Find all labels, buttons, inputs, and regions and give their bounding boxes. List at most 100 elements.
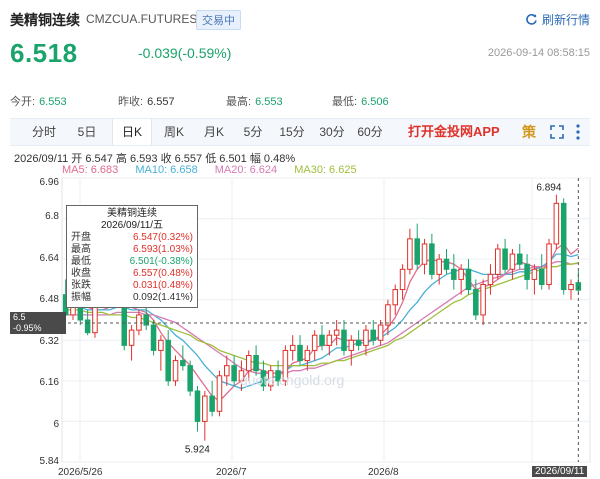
candle: [414, 223, 420, 270]
candle-body: [319, 334, 325, 346]
cursor-percent: -0.95%: [13, 323, 42, 333]
candle-body: [465, 268, 472, 291]
candle-body: [143, 314, 149, 326]
candle: [231, 355, 237, 386]
candle-body: [480, 284, 486, 316]
candle-body: [165, 339, 171, 382]
candle-body: [502, 248, 508, 270]
candle-body: [289, 344, 296, 351]
candle-body: [202, 395, 208, 422]
candle: [502, 238, 508, 275]
candle-body: [180, 360, 186, 367]
x-tick-label: 2026/5/26: [58, 467, 103, 478]
tooltip-value: 6.593(1.03%): [132, 244, 193, 255]
candle: [399, 264, 406, 300]
candle: [429, 233, 435, 280]
candle: [392, 284, 399, 315]
tooltip-label: 开盘: [71, 232, 91, 243]
candle-body: [370, 329, 377, 341]
candle-body: [128, 329, 135, 346]
candle-body: [385, 304, 391, 326]
x-cursor-date: 2026/09/11: [532, 466, 588, 477]
candle-body: [546, 243, 552, 286]
candle-body: [524, 263, 530, 280]
candle-body: [487, 273, 494, 286]
watermark: quote.cngold.org: [240, 372, 345, 388]
candle: [465, 259, 472, 295]
candle-body: [245, 355, 252, 372]
candle: [216, 370, 223, 417]
candle: [370, 320, 377, 346]
candle: [516, 243, 523, 270]
candle-body: [377, 324, 384, 341]
candle-body: [304, 349, 311, 362]
candle-body: [531, 268, 538, 280]
y-tick-label: 6.8: [45, 211, 59, 222]
ohlc-tooltip: 美精铜连续 2026/09/11/五 开盘 6.547(0.32%) 最高 6.59…: [66, 205, 198, 308]
x-tick-label: 2026/7: [216, 467, 247, 478]
candle-body: [443, 258, 450, 270]
candle: [341, 320, 347, 356]
candle: [209, 380, 215, 417]
tooltip-date: 2026/09/11/五: [100, 220, 164, 231]
candle-body: [172, 360, 179, 382]
candle-body: [560, 202, 567, 291]
candle: [187, 360, 193, 397]
y-tick-label: 5.84: [39, 456, 59, 467]
candle-body: [209, 395, 215, 412]
tooltip-row-close: 收盘 6.557(0.48%): [71, 268, 193, 280]
chart-annotations: 6.894 5.924: [185, 183, 562, 456]
candle-body: [451, 268, 457, 280]
candle: [172, 355, 179, 386]
candle: [421, 238, 428, 275]
candle: [224, 355, 230, 386]
candle: [143, 304, 149, 331]
tooltip-title: 美精铜连续: [107, 208, 157, 219]
candle: [165, 330, 171, 386]
candle-body: [363, 329, 369, 346]
candle: [311, 330, 318, 361]
candle: [355, 330, 362, 351]
candle-body: [495, 248, 501, 275]
tooltip-row-low: 最低 6.501(-0.38%): [71, 256, 193, 268]
extreme-price-label: 6.894: [536, 183, 561, 194]
y-tick-label: 6.16: [39, 377, 59, 388]
candle-body: [311, 334, 318, 351]
candle: [568, 279, 574, 300]
candle: [407, 228, 413, 275]
candle: [553, 194, 560, 249]
candle-body: [516, 253, 523, 265]
candle-body: [333, 329, 340, 336]
candle-body: [509, 253, 516, 270]
candle-body: [194, 390, 201, 422]
tooltip-value: 6.501(-0.38%): [129, 256, 193, 267]
candle-body: [399, 268, 406, 291]
candle-body: [473, 289, 479, 316]
candle-body: [150, 324, 157, 351]
candle: [194, 385, 201, 432]
tooltip-row-open: 开盘 6.547(0.32%): [71, 232, 193, 244]
candle: [480, 279, 486, 326]
candle-body: [392, 289, 399, 306]
candle-body: [458, 268, 464, 280]
y-tick-label: 6.96: [39, 177, 59, 188]
cursor-price: 6.5: [13, 312, 26, 322]
candle: [377, 320, 384, 346]
candle-body: [187, 365, 193, 392]
candle-body: [436, 258, 442, 275]
tooltip-row-amplitude: 振幅 0.092(1.41%): [71, 292, 193, 304]
candle-body: [568, 284, 574, 291]
candle: [180, 345, 186, 371]
tooltip-row-change: 张跌 0.031(0.48%): [71, 280, 193, 292]
candle-body: [421, 243, 428, 265]
candle: [560, 198, 567, 295]
candle-body: [355, 339, 362, 346]
candle: [158, 335, 164, 371]
candle-body: [429, 243, 435, 275]
tooltip-value: 6.547(0.32%): [132, 232, 193, 243]
candle-body: [341, 329, 347, 351]
candle: [487, 264, 494, 295]
candle: [202, 391, 208, 441]
candle-body: [348, 339, 355, 351]
tooltip-label: 张跌: [71, 280, 91, 291]
